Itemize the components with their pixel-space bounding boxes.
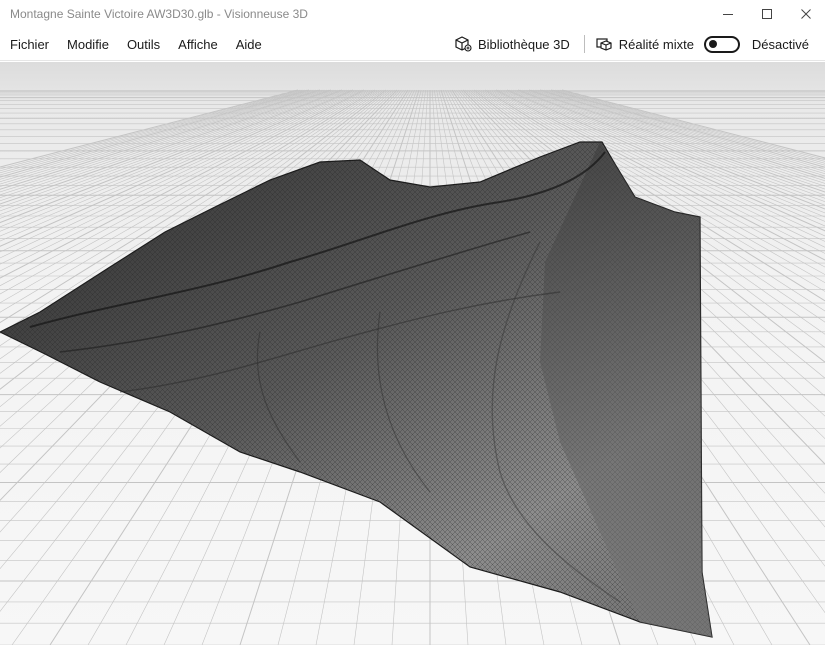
- menu-bar: Fichier Modifie Outils Affiche Aide Bibl…: [0, 28, 825, 61]
- mixed-reality-icon: [596, 38, 612, 51]
- toggle-knob: [708, 40, 717, 48]
- menu-outils[interactable]: Outils: [118, 28, 169, 61]
- mixed-reality-toggle[interactable]: [703, 35, 740, 53]
- mixed-reality-state: Désactivé: [751, 36, 809, 52]
- 3d-viewport[interactable]: [0, 62, 825, 645]
- library-3d-label: Bibliothèque 3D: [477, 36, 570, 52]
- minimize-button[interactable]: [708, 0, 747, 28]
- maximize-icon: [761, 9, 772, 19]
- maximize-button[interactable]: [747, 0, 786, 28]
- minimize-icon: [722, 14, 733, 15]
- menu-affiche[interactable]: Affiche: [169, 28, 227, 61]
- window-title: Montagne Sainte Victoire AW3D30.glb - Vi…: [10, 7, 308, 21]
- mixed-reality-group: Réalité mixte Désactivé: [591, 28, 825, 61]
- toolbar-separator: [583, 35, 585, 53]
- cube-library-icon: [455, 36, 472, 52]
- viewport-scene: [0, 89, 825, 645]
- close-icon: [800, 9, 811, 19]
- library-3d-button[interactable]: Bibliothèque 3D: [446, 28, 578, 61]
- menu-fichier[interactable]: Fichier: [0, 28, 58, 61]
- close-button[interactable]: [786, 0, 825, 28]
- mixed-reality-label: Réalité mixte: [618, 36, 694, 52]
- menu-modifie[interactable]: Modifie: [58, 28, 118, 61]
- menu-aide[interactable]: Aide: [227, 28, 271, 61]
- title-bar: Montagne Sainte Victoire AW3D30.glb - Vi…: [0, 0, 825, 28]
